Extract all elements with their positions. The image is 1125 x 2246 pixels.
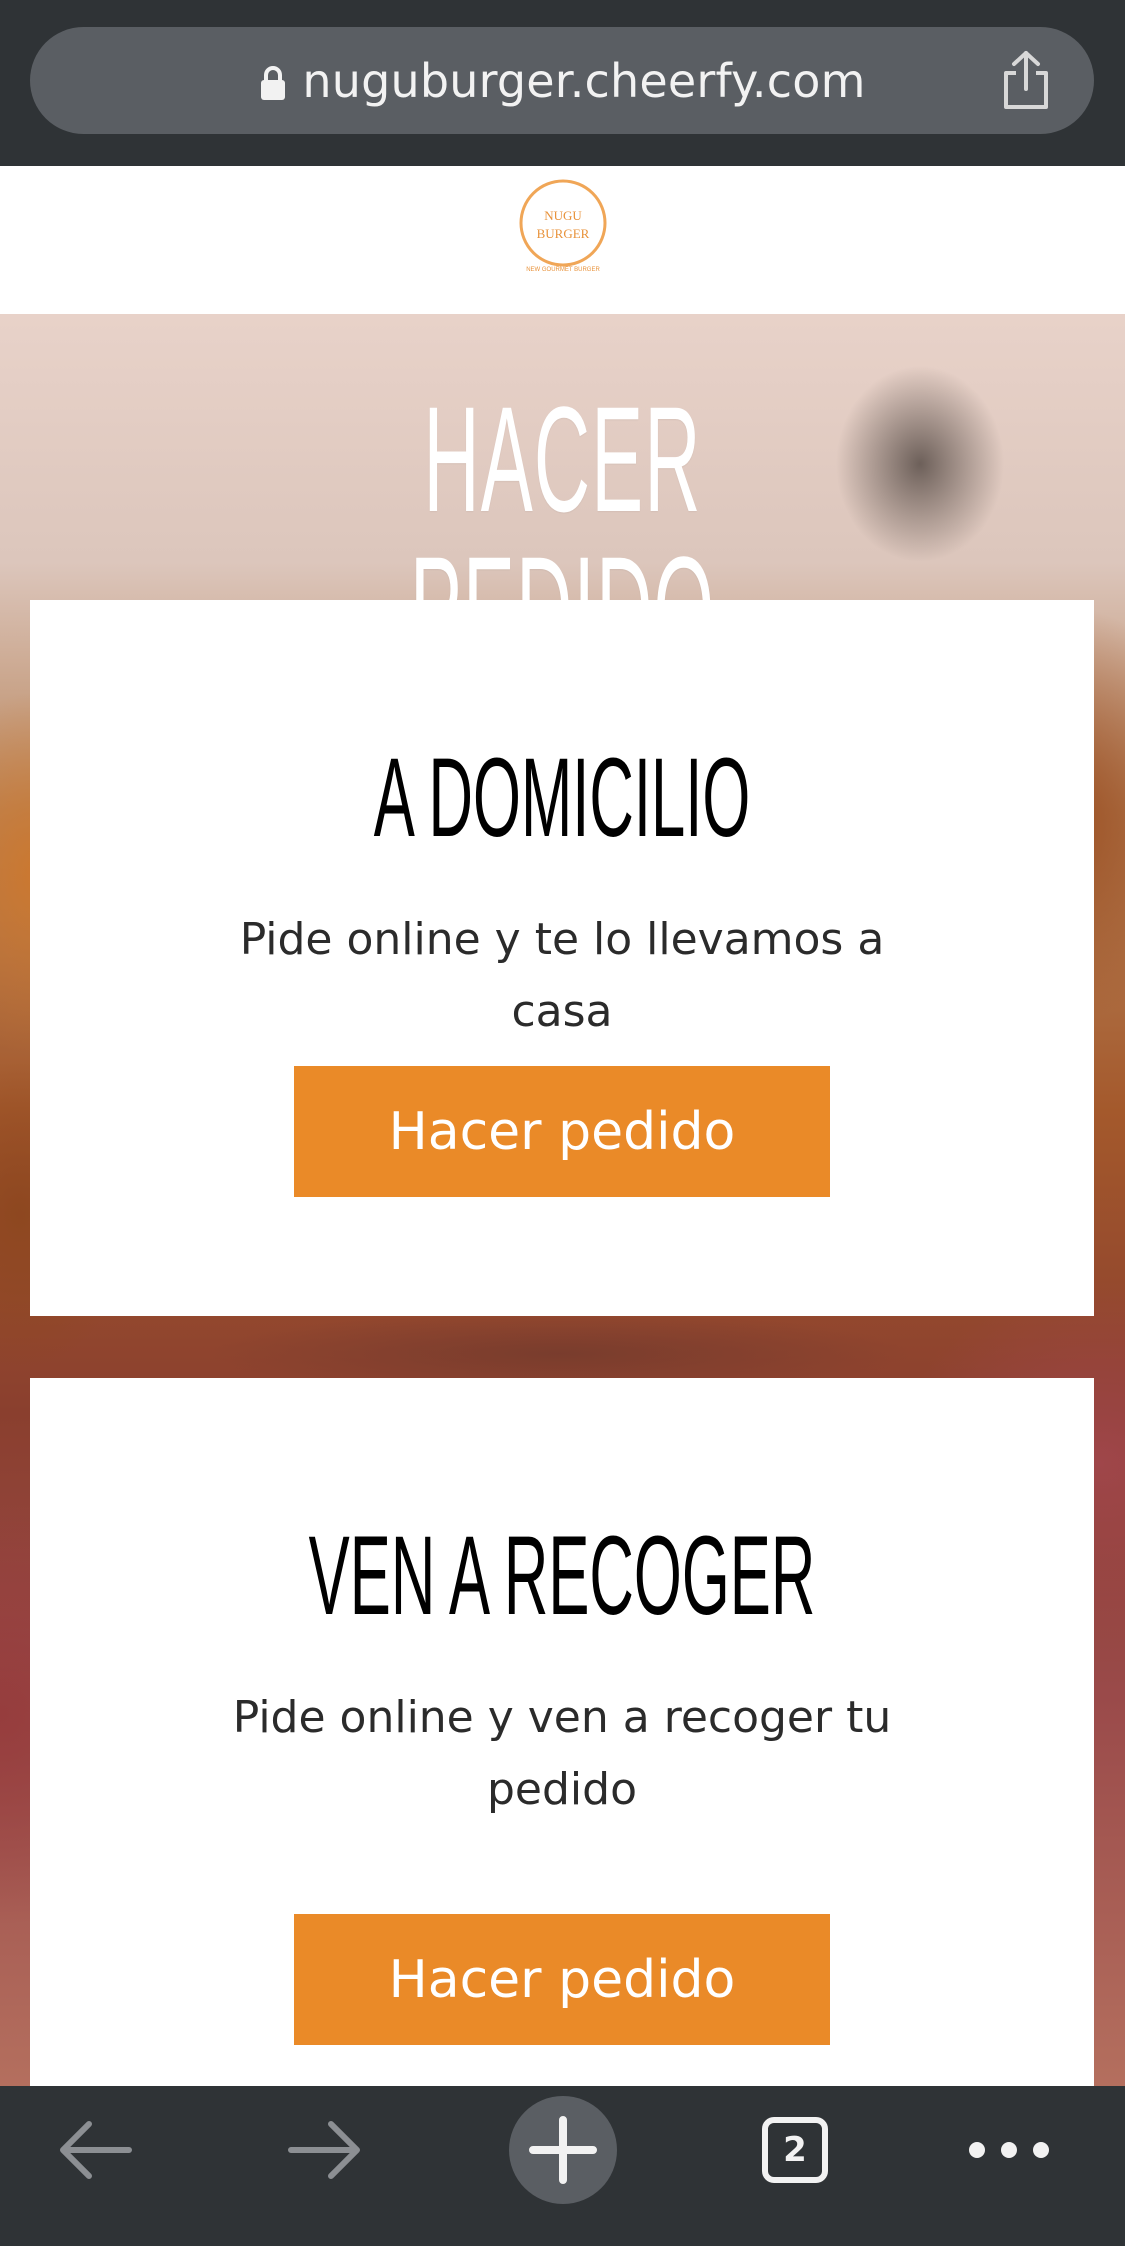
tabs-button[interactable]: 2 [740,2086,850,2214]
browser-top-bar: nuguburger.cheerfy.com [0,0,1125,166]
delivery-card-title: A DOMICILIO [373,735,751,860]
tab-count: 2 [783,2130,807,2170]
lock-icon [261,65,286,100]
url-text: nuguburger.cheerfy.com [302,53,866,108]
pickup-card: VEN A RECOGER Pide online y ven a recoge… [30,1378,1094,2086]
tabs-icon: 2 [762,2117,828,2183]
nugu-burger-logo[interactable]: NUGU BURGER NEW GOURMET BURGER [515,178,611,274]
logo-tagline: NEW GOURMET BURGER [526,267,600,273]
address-bar[interactable]: nuguburger.cheerfy.com [30,27,1094,134]
logo-text-line1: NUGU [544,208,582,223]
logo-text-line2: BURGER [537,226,590,241]
more-menu-button[interactable] [954,2086,1064,2214]
site-header: NUGU BURGER NEW GOURMET BURGER [0,166,1125,314]
share-icon[interactable] [998,49,1054,111]
pickup-card-title: VEN A RECOGER [308,1513,816,1638]
delivery-order-button[interactable]: Hacer pedido [294,1066,830,1197]
address-bar-content: nuguburger.cheerfy.com [30,27,1094,134]
new-tab-button[interactable] [508,2086,618,2214]
new-tab-circle [509,2096,617,2204]
more-icon [969,2142,1049,2158]
back-button[interactable] [40,2086,150,2214]
pickup-order-button[interactable]: Hacer pedido [294,1914,830,2045]
forward-arrow-icon [288,2121,360,2179]
back-arrow-icon [60,2121,132,2179]
delivery-card-description: Pide online y te lo llevamos a casa [239,914,885,1037]
delivery-card: A DOMICILIO Pide online y te lo llevamos… [30,600,1094,1316]
pickup-card-description: Pide online y ven a recoger tu pedido [232,1692,892,1815]
plus-icon [529,2116,597,2184]
browser-bottom-toolbar: 2 [0,2086,1125,2246]
forward-button[interactable] [270,2086,380,2214]
